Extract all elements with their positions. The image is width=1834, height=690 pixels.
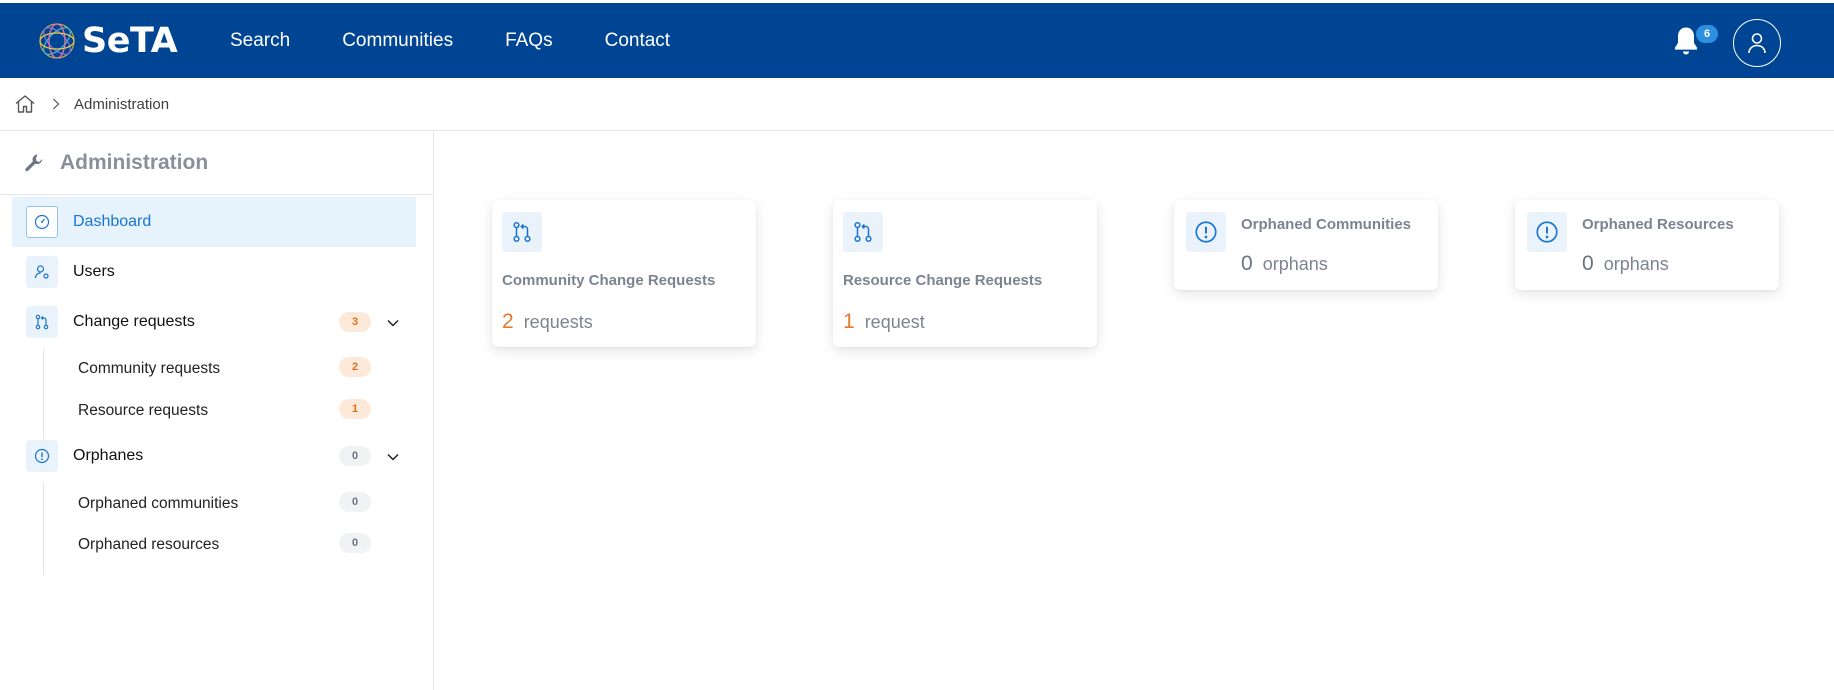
- sidebar-subitem-orphaned-communities[interactable]: Orphaned communities: [78, 495, 238, 513]
- card-unit: orphans: [1262, 254, 1328, 274]
- submenu-guide-line: [43, 349, 44, 439]
- card-title: Resource Change Requests: [843, 272, 1043, 289]
- user-icon: [1748, 33, 1766, 54]
- notification-count-badge: 6: [1696, 25, 1718, 43]
- community-requests-count-badge: 2: [339, 357, 371, 377]
- card-title: Orphaned Communities: [1241, 216, 1412, 233]
- nav-faqs[interactable]: FAQs: [505, 30, 553, 52]
- card-title: Orphaned Resources: [1582, 216, 1734, 233]
- chevron-down-icon[interactable]: [386, 450, 400, 464]
- breadcrumb: Administration: [0, 78, 1834, 131]
- card-value: 2 requests: [502, 310, 593, 334]
- card-count: 0: [1582, 252, 1594, 275]
- card-title: Community Change Requests: [502, 272, 716, 289]
- card-count: 2: [502, 310, 514, 333]
- pull-request-icon: [502, 212, 542, 252]
- main-nav: Search Communities FAQs Contact: [230, 3, 722, 78]
- gauge-icon: [26, 206, 58, 238]
- seta-logo[interactable]: SeTA: [38, 21, 178, 61]
- sidebar-item-label: Dashboard: [73, 213, 152, 230]
- card-value: 0 orphans: [1241, 252, 1328, 276]
- sidebar-item-dashboard[interactable]: Dashboard: [12, 197, 416, 247]
- card-unit: request: [864, 312, 925, 332]
- chevron-right-icon: [52, 98, 60, 110]
- sidebar-item-users[interactable]: Users: [12, 247, 416, 297]
- card-unit: requests: [523, 312, 593, 332]
- user-gear-icon: [26, 256, 58, 288]
- card-count: 1: [843, 310, 855, 333]
- app-name: SeTA: [82, 21, 178, 61]
- top-navbar: SeTA Search Communities FAQs Contact 6: [0, 3, 1834, 78]
- sidebar-subitem-community-requests[interactable]: Community requests: [78, 360, 220, 378]
- alert-circle-icon: [1186, 212, 1226, 252]
- nav-communities[interactable]: Communities: [342, 30, 453, 52]
- change-requests-count-badge: 3: [339, 312, 371, 332]
- card-resource-change-requests[interactable]: Resource Change Requests 1 request: [833, 200, 1097, 347]
- pull-request-icon: [26, 306, 58, 338]
- orphaned-resources-count-badge: 0: [339, 533, 371, 553]
- nav-search[interactable]: Search: [230, 30, 290, 52]
- sidebar-header: Administration: [0, 131, 433, 195]
- resource-requests-count-badge: 1: [339, 399, 371, 419]
- sidebar-subitem-resource-requests[interactable]: Resource requests: [78, 402, 208, 420]
- orphanes-count-badge: 0: [339, 446, 371, 466]
- submenu-guide-line: [43, 483, 44, 575]
- card-count: 0: [1241, 252, 1253, 275]
- home-icon[interactable]: [14, 94, 36, 114]
- sidebar-title: Administration: [60, 150, 209, 174]
- card-community-change-requests[interactable]: Community Change Requests 2 requests: [492, 200, 756, 347]
- nav-contact[interactable]: Contact: [605, 30, 670, 52]
- card-orphaned-resources[interactable]: Orphaned Resources 0 orphans: [1515, 200, 1779, 290]
- orphaned-communities-count-badge: 0: [339, 492, 371, 512]
- chevron-down-icon[interactable]: [386, 316, 400, 330]
- card-value: 0 orphans: [1582, 252, 1669, 276]
- alert-circle-icon: [1527, 212, 1567, 252]
- sidebar-item-label: Users: [73, 263, 115, 280]
- wrench-icon: [25, 154, 43, 171]
- sidebar-item-label: Orphanes: [73, 447, 144, 464]
- breadcrumb-current: Administration: [74, 95, 170, 113]
- user-menu-button[interactable]: [1733, 19, 1781, 67]
- card-unit: orphans: [1603, 254, 1669, 274]
- admin-sidebar: Administration Dashboard Users Change re…: [0, 131, 434, 690]
- card-value: 1 request: [843, 310, 925, 334]
- alert-circle-icon: [26, 440, 58, 472]
- card-orphaned-communities[interactable]: Orphaned Communities 0 orphans: [1174, 200, 1438, 290]
- sidebar-subitem-orphaned-resources[interactable]: Orphaned resources: [78, 536, 219, 554]
- sidebar-item-label: Change requests: [73, 313, 195, 330]
- seta-logo-icon: [39, 23, 75, 59]
- pull-request-icon: [843, 212, 883, 252]
